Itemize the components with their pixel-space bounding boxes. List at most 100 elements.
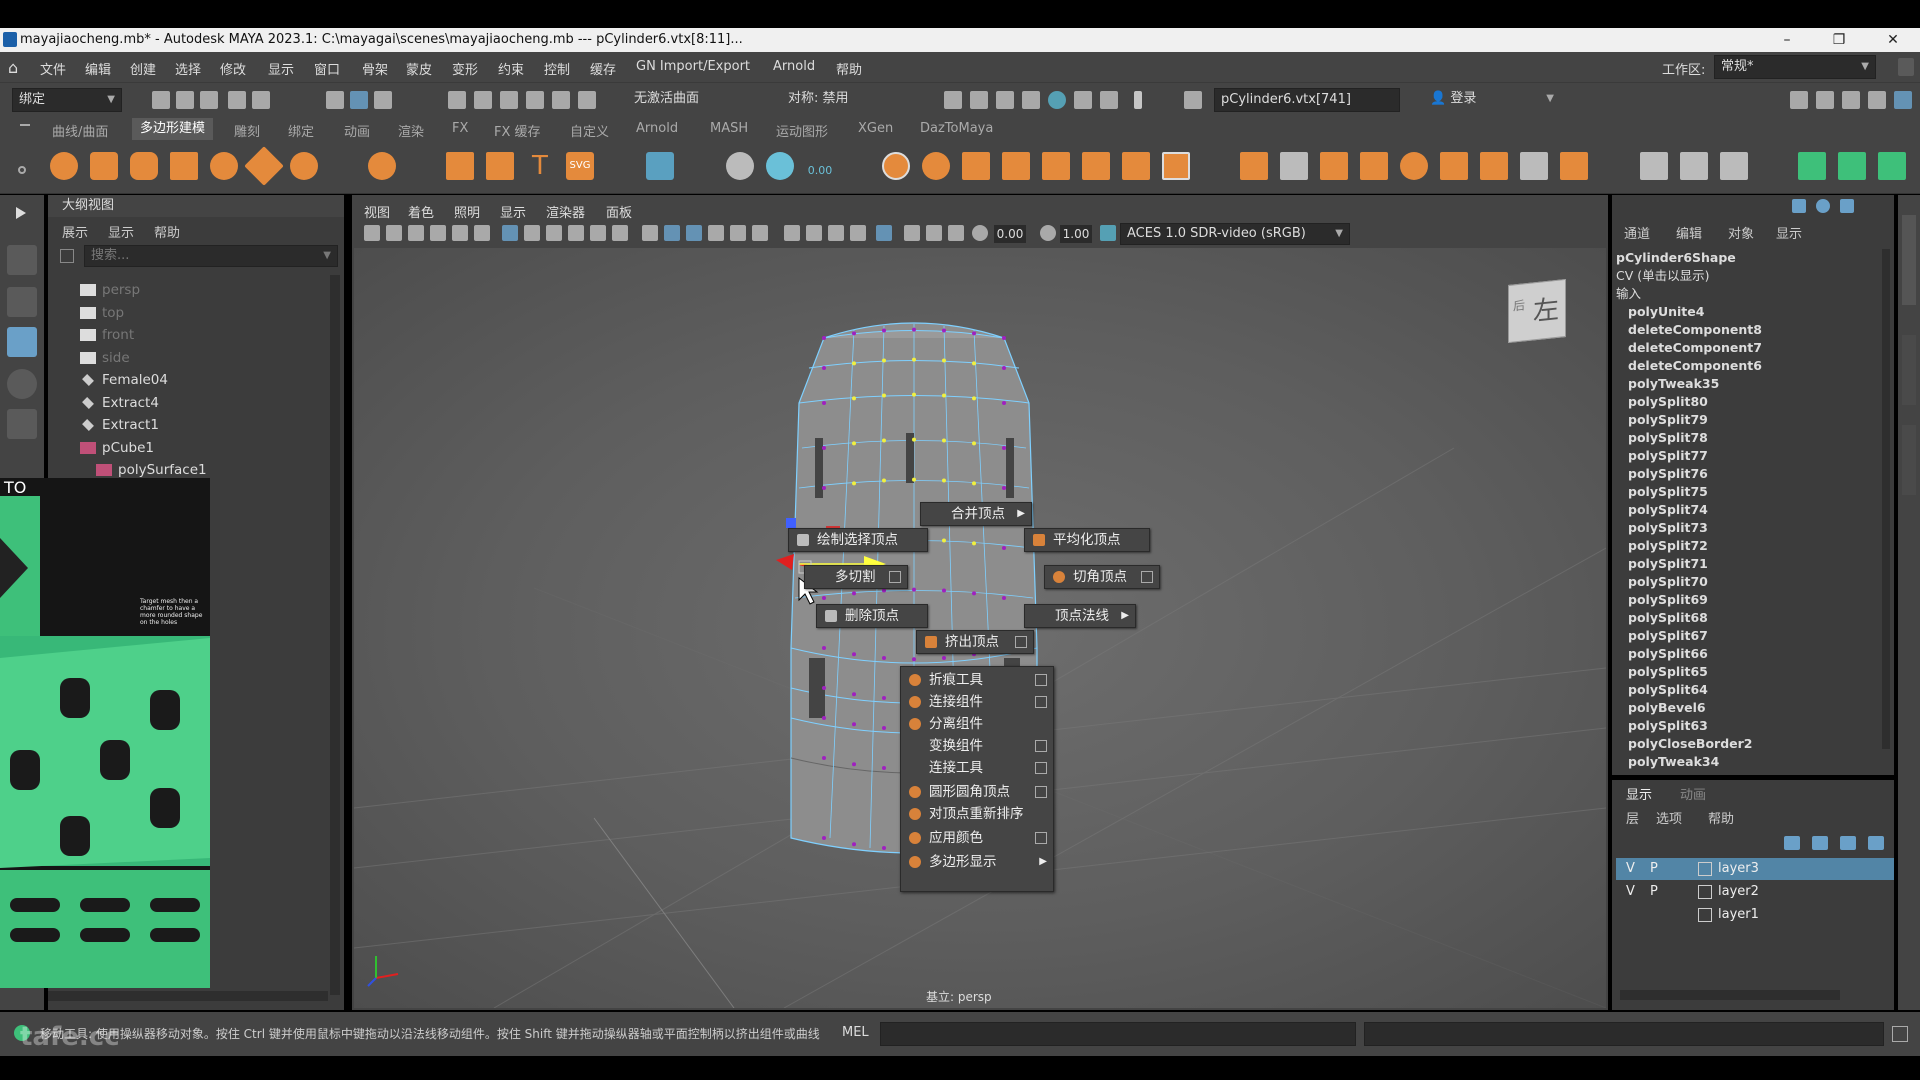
poly-torus-icon[interactable] [210,152,238,180]
outliner-menu-show[interactable]: 展示 [62,222,88,241]
cb-input-node[interactable]: deleteComponent8 [1628,321,1762,339]
new-layer-selected-icon[interactable] [1868,836,1884,850]
textured-icon[interactable] [708,225,724,241]
move-tool-icon[interactable] [7,327,37,357]
poly-cube-icon[interactable] [90,152,118,180]
submenu-item[interactable]: 变换组件 [901,735,1055,757]
layer-row[interactable]: V Player3 [1616,858,1894,880]
channel-box-icon[interactable] [1894,91,1912,109]
layer-tab-display[interactable]: 显示 [1626,784,1652,803]
close-button[interactable]: ✕ [1870,28,1916,52]
outliner-item[interactable]: Extract1 [80,414,159,436]
filter-icon[interactable] [60,249,74,263]
vertex[interactable] [882,725,886,730]
outliner-scrollbar[interactable] [330,275,340,995]
tool-settings-icon[interactable] [1868,91,1886,109]
selected-vertex[interactable] [972,361,976,366]
vertex[interactable] [882,655,886,660]
outliner-item[interactable]: Extract4 [80,392,159,414]
move-layer-up-icon[interactable] [1784,836,1800,850]
workspace-dropdown[interactable]: 常规* ▼ [1714,55,1876,79]
selected-vertex[interactable] [972,481,976,486]
render-frame-icon[interactable] [970,91,988,109]
snap-grid-icon[interactable] [448,91,466,109]
image-plane-icon[interactable] [430,225,446,241]
tab-rigging[interactable]: 绑定 [288,121,314,140]
menu-display[interactable]: 显示 [268,59,294,78]
cb-input-node[interactable]: polySplit69 [1628,591,1708,609]
menu-constrain[interactable]: 约束 [498,59,524,78]
vertex[interactable] [822,596,826,600]
tab-animation[interactable]: 动画 [344,121,370,140]
select-edge-loop-icon[interactable] [1798,152,1826,180]
multi-cut-icon[interactable] [1280,152,1308,180]
layer-color-icon[interactable] [1698,885,1712,899]
quad-draw-icon[interactable] [1440,152,1468,180]
menu-select[interactable]: 选择 [175,59,201,78]
vertex[interactable] [852,842,856,847]
vertex[interactable] [852,331,856,336]
vertex[interactable] [822,686,826,690]
mm-chamfer-vertex[interactable]: 切角顶点 [1044,565,1160,589]
select-object-icon[interactable] [374,91,392,109]
svg-tool-icon[interactable]: SVG [566,152,594,180]
vertex[interactable] [822,446,826,450]
settings-icon[interactable] [1840,199,1854,213]
option-box-icon[interactable] [1035,832,1047,844]
pause-icon[interactable] [1134,91,1142,109]
selected-vertex[interactable] [852,361,856,366]
layer-tab-anim[interactable]: 动画 [1680,784,1706,803]
lock-icon[interactable] [1898,58,1914,76]
layer-color-icon[interactable] [1698,862,1712,876]
layer-row[interactable]: layer1 [1616,904,1894,926]
submenu-item[interactable]: 分离组件 [901,713,1055,735]
select-shortest-path-icon[interactable] [1878,152,1906,180]
selected-vertex[interactable] [942,438,946,443]
submenu-item[interactable]: 应用颜色 [901,827,1055,849]
viewport-menu-panels[interactable]: 面板 [606,202,632,221]
cb-input-node[interactable]: polySplit71 [1628,555,1708,573]
rotate-tool-icon[interactable] [7,369,37,399]
menu-skin[interactable]: 蒙皮 [406,59,432,78]
option-box-icon[interactable] [1035,786,1047,798]
mirror-icon[interactable] [1042,152,1070,180]
move-layer-down-icon[interactable] [1812,836,1828,850]
new-scene-icon[interactable] [152,91,170,109]
menu-windows[interactable]: 窗口 [314,59,340,78]
bridge-icon[interactable] [1122,152,1150,180]
use-all-lights-icon[interactable] [730,225,746,241]
light-editor-icon[interactable] [1100,91,1118,109]
scale-tool-icon[interactable] [7,409,37,439]
smooth-shade-icon[interactable] [664,225,680,241]
vertex[interactable] [942,588,946,593]
cb-input-node[interactable]: deleteComponent7 [1628,339,1762,357]
distance-icon[interactable]: 0.00 [806,152,834,180]
symmetry-field[interactable]: 对称: 禁用 [782,88,902,112]
script-editor-icon[interactable] [1892,1026,1908,1042]
option-box-icon[interactable] [1035,674,1047,686]
cb-tab-channels[interactable]: 通道 [1624,223,1650,242]
snap-live-icon[interactable] [578,91,596,109]
outliner-item[interactable]: front [80,324,134,346]
cb-input-node[interactable]: polySplit79 [1628,411,1708,429]
grid-icon[interactable] [646,152,674,180]
vertex[interactable] [1002,366,1006,370]
vertex[interactable] [822,401,826,405]
tab-rendering[interactable]: 渲染 [398,121,424,140]
cb-input-node[interactable]: polySplit80 [1628,393,1708,411]
option-box-icon[interactable] [1035,696,1047,708]
layer-menu-layers[interactable]: 层 [1626,808,1639,827]
vertex[interactable] [912,587,916,592]
shelf-menu-icon[interactable] [20,124,30,126]
vertex[interactable] [852,692,856,697]
retopo-icon[interactable] [1560,152,1588,180]
layer-menu-options[interactable]: 选项 [1656,808,1682,827]
tab-sculpting[interactable]: 雕刻 [234,121,260,140]
snap-point-icon[interactable] [500,91,518,109]
xray-icon[interactable] [904,225,920,241]
menu-edit[interactable]: 编辑 [85,59,111,78]
menu-arnold[interactable]: Arnold [773,59,815,74]
cb-input-node[interactable]: polyTweak34 [1628,753,1719,771]
cb-input-node[interactable]: polySplit76 [1628,465,1708,483]
viewport-menu-view[interactable]: 视图 [364,202,390,221]
